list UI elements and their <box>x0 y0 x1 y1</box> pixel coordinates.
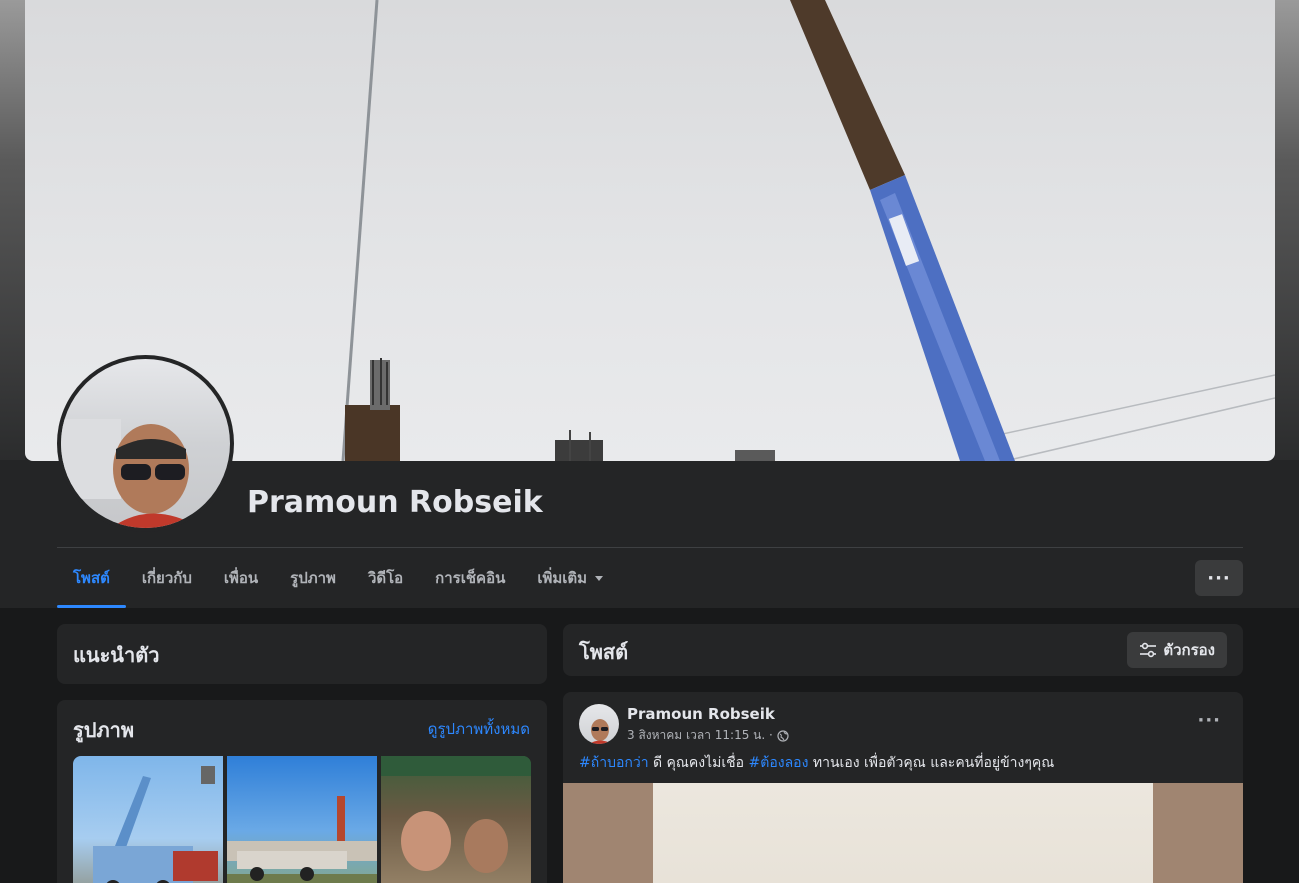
avatar-face-illustration <box>61 419 201 528</box>
chevron-down-icon <box>595 575 604 581</box>
tab-label: เพื่อน <box>223 569 259 587</box>
tab-label: การเช็คอิน <box>435 569 506 587</box>
tab-label: เพิ่มเติม <box>537 569 588 587</box>
more-options-button[interactable]: ··· <box>1195 560 1243 596</box>
profile-tabs: โพสต์ เกี่ยวกับ เพื่อน รูปภาพ วิดีโอ การ… <box>57 548 619 608</box>
photo-two-people <box>381 756 531 873</box>
globe-icon <box>777 729 789 742</box>
photo-grid <box>73 756 531 883</box>
posts-header-card: โพสต์ ตัวกรอง <box>563 624 1243 676</box>
see-all-photos-link[interactable]: ดูรูปภาพทั้งหมด <box>428 717 530 741</box>
avatar <box>61 359 230 528</box>
photo-pipes-truck <box>227 796 377 883</box>
tab-label: รูปภาพ <box>290 569 336 587</box>
post-image-content <box>653 783 1153 883</box>
intro-card: แนะนำตัว <box>57 624 547 684</box>
hashtag-link[interactable]: #ต้องลอง <box>749 755 809 771</box>
photo-thumbnail[interactable] <box>227 756 377 883</box>
intro-title: แนะนำตัว <box>73 643 160 667</box>
tab-checkins[interactable]: การเช็คอิน <box>419 548 521 608</box>
tab-friends[interactable]: เพื่อน <box>208 548 274 608</box>
post-image[interactable] <box>563 783 1243 883</box>
filter-label: ตัวกรอง <box>1163 641 1215 659</box>
photo-thumbnail[interactable] <box>73 756 223 883</box>
ellipsis-icon: ··· <box>1207 567 1231 589</box>
tab-label: โพสต์ <box>73 569 110 587</box>
tab-videos[interactable]: วิดีโอ <box>352 548 419 608</box>
filter-sliders-icon <box>1140 642 1157 658</box>
tab-label: เกี่ยวกับ <box>141 569 192 587</box>
tab-about[interactable]: เกี่ยวกับ <box>126 548 208 608</box>
avatar-face-illustration <box>589 719 612 744</box>
tab-label: วิดีโอ <box>367 569 404 587</box>
ellipsis-icon: ··· <box>1197 710 1221 731</box>
post-text-segment: ดี คุณคงไม่เชื่อ <box>648 755 749 771</box>
hashtag-link[interactable]: #ถ้าบอกว่า <box>579 755 649 771</box>
tab-posts[interactable]: โพสต์ <box>57 548 126 608</box>
cover-side-right <box>1274 0 1299 460</box>
post-timestamp[interactable]: 3 สิงหาคม เวลา 11:15 น. · <box>627 726 773 745</box>
tab-more[interactable]: เพิ่มเติม <box>521 548 619 608</box>
post-meta: 3 สิงหาคม เวลา 11:15 น. · <box>627 726 789 745</box>
photo-thumbnail[interactable] <box>381 756 531 883</box>
photo-crane-truck <box>93 766 218 883</box>
post-author-name[interactable]: Pramoun Robseik <box>627 705 775 723</box>
filter-button[interactable]: ตัวกรอง <box>1127 632 1227 668</box>
post-text-segment: ทานเอง เพื่อตัวคุณ และคนที่อยู่ข้างๆคุณ <box>808 755 1055 771</box>
post-author-avatar[interactable] <box>579 704 619 744</box>
profile-avatar[interactable] <box>57 355 234 532</box>
post-options-button[interactable]: ··· <box>1197 710 1221 731</box>
photos-card: รูปภาพ ดูรูปภาพทั้งหมด <box>57 700 547 883</box>
photos-title: รูปภาพ <box>73 718 135 742</box>
post-card: Pramoun Robseik 3 สิงหาคม เวลา 11:15 น. … <box>563 692 1243 883</box>
tab-photos[interactable]: รูปภาพ <box>274 548 352 608</box>
post-text: #ถ้าบอกว่า ดี คุณคงไม่เชื่อ #ต้องลอง ทาน… <box>579 752 1054 774</box>
posts-title: โพสต์ <box>579 640 629 664</box>
cover-side-left <box>0 0 25 460</box>
profile-name: Pramoun Robseik <box>247 485 543 520</box>
